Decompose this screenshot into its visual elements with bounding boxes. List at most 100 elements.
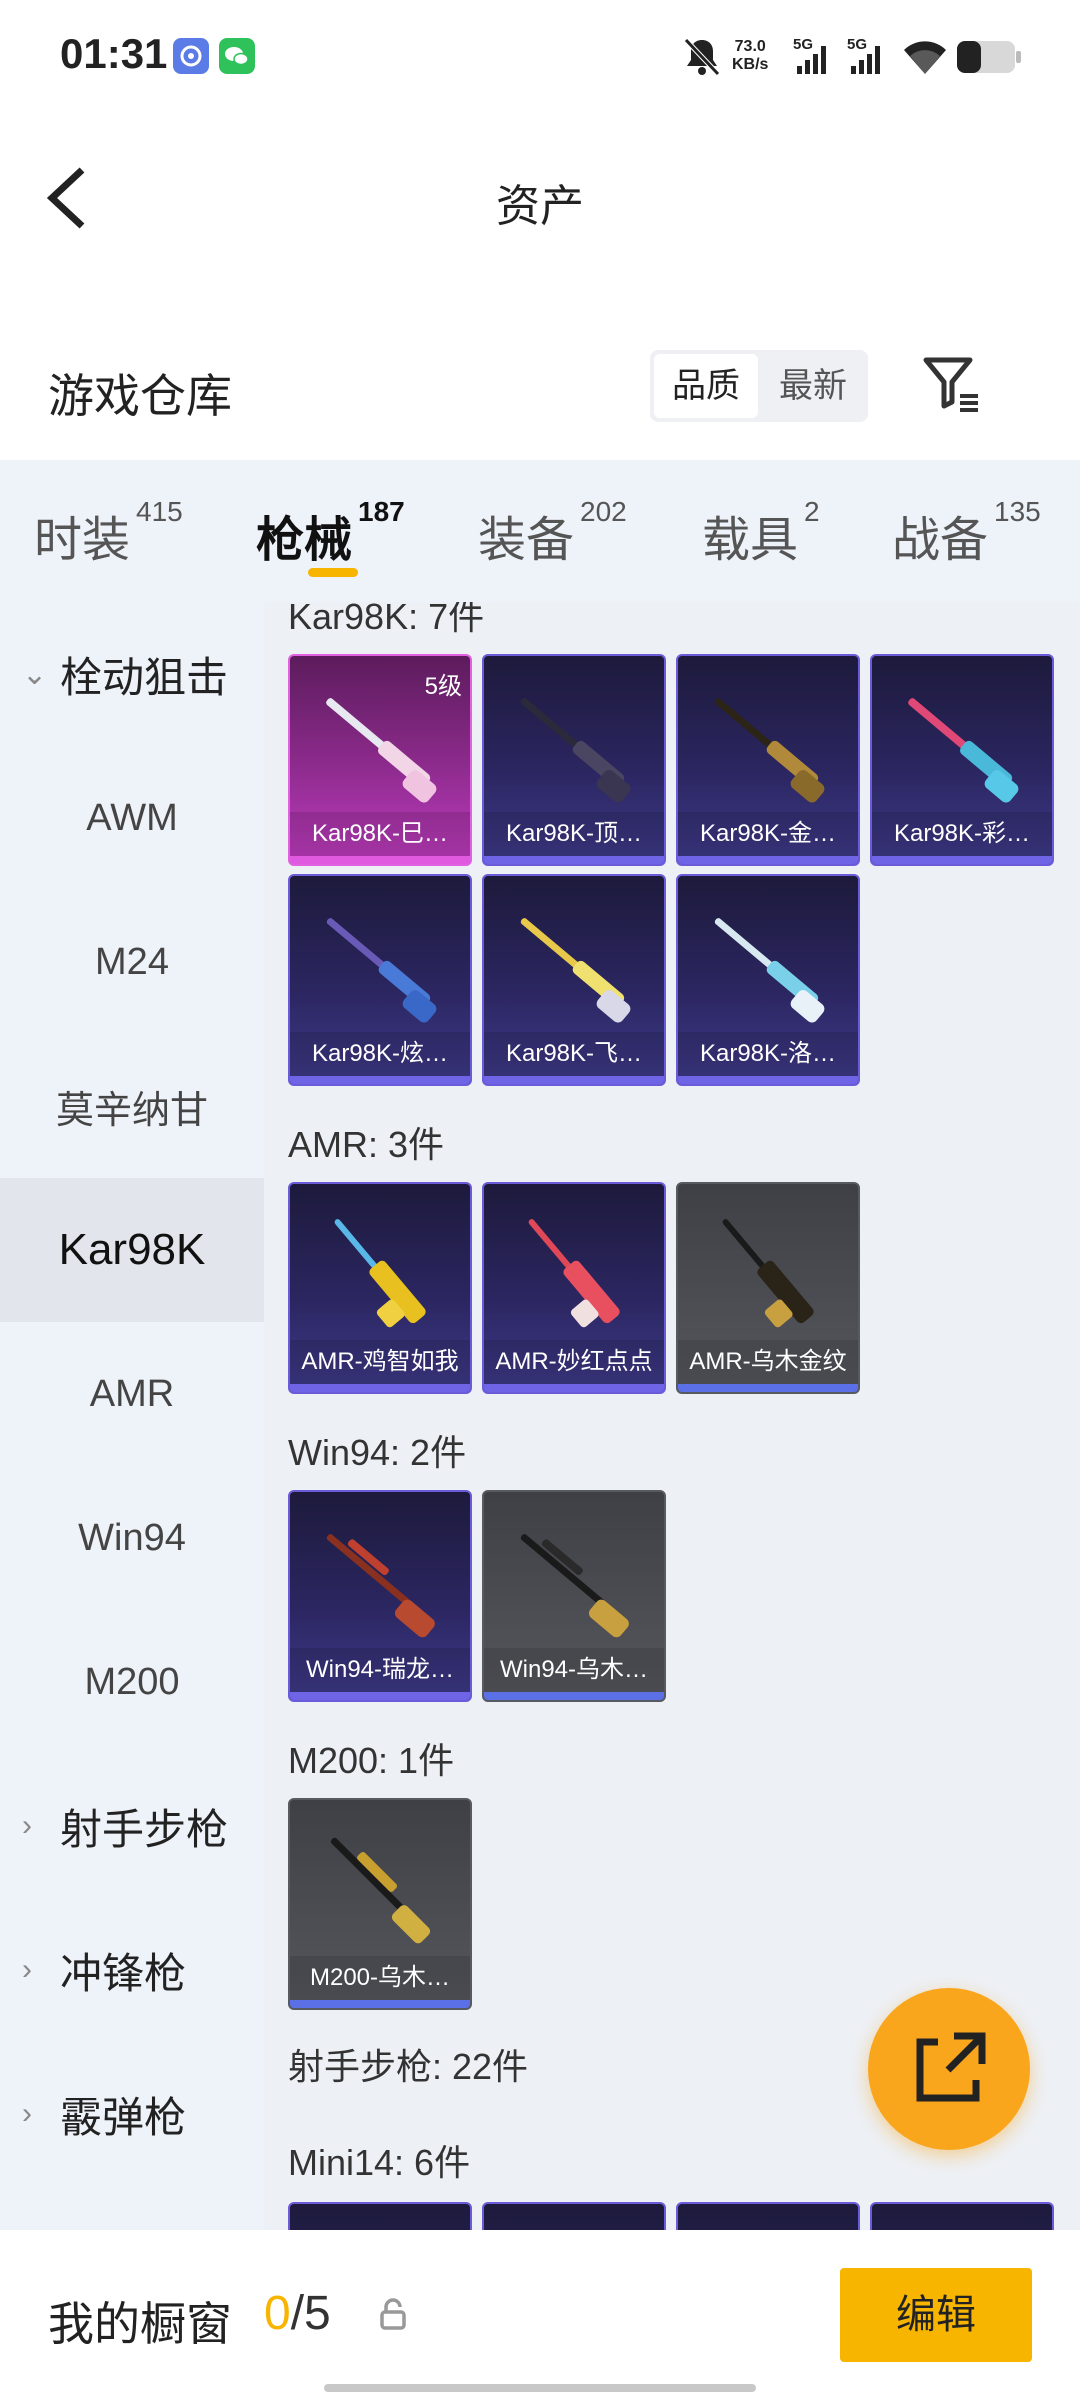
section-label-m200: M200: 1件 (288, 1740, 455, 1781)
item-grid: Kar98K: 7件 5级 Kar98K-巳… Kar98K-顶… Kar98K… (264, 602, 1080, 2230)
rarity-bar (484, 1692, 664, 1700)
tab-firearms[interactable]: 枪械187 (256, 496, 405, 570)
chevron-down-icon: ⌄ (22, 657, 48, 691)
item-card[interactable] (288, 2202, 472, 2230)
item-card[interactable] (676, 2202, 860, 2230)
rifle-icon (520, 1534, 629, 1638)
item-card[interactable]: Kar98K-金… (676, 654, 860, 866)
category-tabs: 时装415 枪械187 装备202 载具2 战备135 (0, 460, 1080, 602)
item-name: Kar98K-洛… (678, 1032, 858, 1076)
sidebar: ⌄ 栓动狙击 AWM M24 莫辛纳甘 Kar98K AMR Win94 M200… (0, 602, 264, 2230)
sidebar-item-win94[interactable]: Win94 (0, 1466, 264, 1610)
active-tab-indicator (308, 568, 358, 577)
item-card[interactable]: AMR-鸡智如我 (288, 1182, 472, 1394)
sidebar-item-mosin[interactable]: 莫辛纳甘 (0, 1034, 264, 1178)
edit-button[interactable]: 编辑 (840, 2268, 1032, 2362)
sidebar-item-label: M200 (84, 1660, 180, 1703)
rifle-icon (334, 1219, 426, 1328)
showcase-label: 我的橱窗 (48, 2298, 232, 2350)
rarity-bar (484, 1076, 664, 1084)
section-label-amr: AMR: 3件 (288, 1124, 445, 1165)
sidebar-group-smg[interactable]: › 冲锋枪 (0, 1898, 264, 2042)
item-card[interactable]: Kar98K-洛… (676, 874, 860, 1086)
page-title: 资产 (496, 182, 584, 231)
item-card[interactable]: Kar98K-彩… (870, 654, 1054, 866)
net-speed-value: 73.0 (734, 38, 766, 55)
tab-label: 枪械 (256, 514, 353, 567)
sidebar-item-awm[interactable]: AWM (0, 746, 264, 890)
item-card[interactable]: 5级 Kar98K-巳… (288, 654, 472, 866)
filter-button[interactable] (920, 354, 982, 416)
wechat-icon (219, 38, 255, 74)
tab-label: 装备 (478, 514, 575, 567)
item-card[interactable] (482, 2202, 666, 2230)
rifle-icon (714, 918, 825, 1023)
sidebar-item-amr[interactable]: AMR (0, 1322, 264, 1466)
sidebar-item-label: AMR (89, 1372, 175, 1415)
sidebar-group-bolt-action[interactable]: ⌄ 栓动狙击 (0, 602, 264, 746)
tab-count: 2 (804, 496, 820, 527)
tab-label: 战备 (892, 514, 989, 567)
sidebar-item-m24[interactable]: M24 (0, 890, 264, 1034)
item-card[interactable] (870, 2202, 1054, 2230)
rifle-icon (520, 698, 631, 803)
item-card[interactable]: Kar98K-飞… (482, 874, 666, 1086)
rarity-bar (290, 2000, 470, 2008)
home-indicator[interactable] (324, 2384, 756, 2392)
sort-newest-button[interactable]: 最新 (762, 354, 864, 418)
share-fab[interactable] (868, 1988, 1030, 2150)
external-link-icon (916, 2032, 986, 2102)
sidebar-item-label: Win94 (78, 1516, 186, 1559)
item-name: AMR-妙红点点 (484, 1340, 664, 1384)
tab-count: 415 (136, 496, 183, 527)
item-name: Kar98K-炫… (290, 1032, 470, 1076)
item-name: M200-乌木… (290, 1956, 470, 2000)
sidebar-item-label: AWM (86, 796, 178, 839)
battery-icon (956, 40, 1022, 74)
sidebar-item-label: Kar98K (58, 1225, 206, 1274)
item-name: Kar98K-飞… (484, 1032, 664, 1076)
rifle-icon (330, 1837, 431, 1944)
rarity-bar (290, 1692, 470, 1700)
sort-quality-button[interactable]: 品质 (654, 354, 758, 418)
sidebar-item-kar98k[interactable]: Kar98K (0, 1178, 264, 1322)
rarity-bar (290, 1076, 470, 1084)
section-label-kar98k: Kar98K: 7件 (288, 602, 485, 637)
rifle-icon (714, 698, 825, 803)
tab-vehicles[interactable]: 载具2 (702, 496, 820, 570)
item-card[interactable]: AMR-妙红点点 (482, 1182, 666, 1394)
wifi-icon (902, 36, 948, 76)
item-card[interactable]: M200-乌木… (288, 1798, 472, 2010)
tab-tactical[interactable]: 战备135 (892, 496, 1041, 570)
status-bar: 01:31 73.0 KB/s 5G 5G (0, 0, 1080, 110)
mute-bell-icon (682, 36, 722, 78)
rifle-icon (326, 698, 437, 803)
item-name: AMR-鸡智如我 (290, 1340, 470, 1384)
tab-count: 202 (580, 496, 627, 527)
item-name: Win94-瑞龙… (290, 1648, 470, 1692)
tab-count: 187 (358, 496, 405, 527)
rarity-bar (678, 1384, 858, 1392)
sidebar-item-m200[interactable]: M200 (0, 1610, 264, 1754)
tab-fashion[interactable]: 时装415 (34, 496, 183, 570)
rarity-bar (290, 1384, 470, 1392)
item-name: AMR-乌木金纹 (678, 1340, 858, 1384)
item-card[interactable]: Kar98K-顶… (482, 654, 666, 866)
sidebar-item-label: 射手步枪 (60, 1805, 229, 1853)
tab-equipment[interactable]: 装备202 (478, 496, 627, 570)
chevron-right-icon: › (22, 1809, 32, 1842)
sidebar-item-label: 莫辛纳甘 (55, 1089, 208, 1132)
section-label-marksman: 射手步枪: 22件 (288, 2046, 529, 2087)
item-name: Kar98K-金… (678, 812, 858, 856)
sidebar-group-shotgun[interactable]: › 霰弹枪 (0, 2042, 264, 2186)
sidebar-group-marksman[interactable]: › 射手步枪 (0, 1754, 264, 1898)
rarity-bar (678, 1076, 858, 1084)
item-card[interactable]: Win94-乌木… (482, 1490, 666, 1702)
item-card[interactable]: AMR-乌木金纹 (676, 1182, 860, 1394)
section-label-win94: Win94: 2件 (288, 1432, 467, 1473)
section-label-mini14: Mini14: 6件 (288, 2142, 471, 2183)
item-name: Kar98K-顶… (484, 812, 664, 856)
item-card[interactable]: Kar98K-炫… (288, 874, 472, 1086)
item-card[interactable]: Win94-瑞龙… (288, 1490, 472, 1702)
rarity-bar (484, 856, 664, 864)
